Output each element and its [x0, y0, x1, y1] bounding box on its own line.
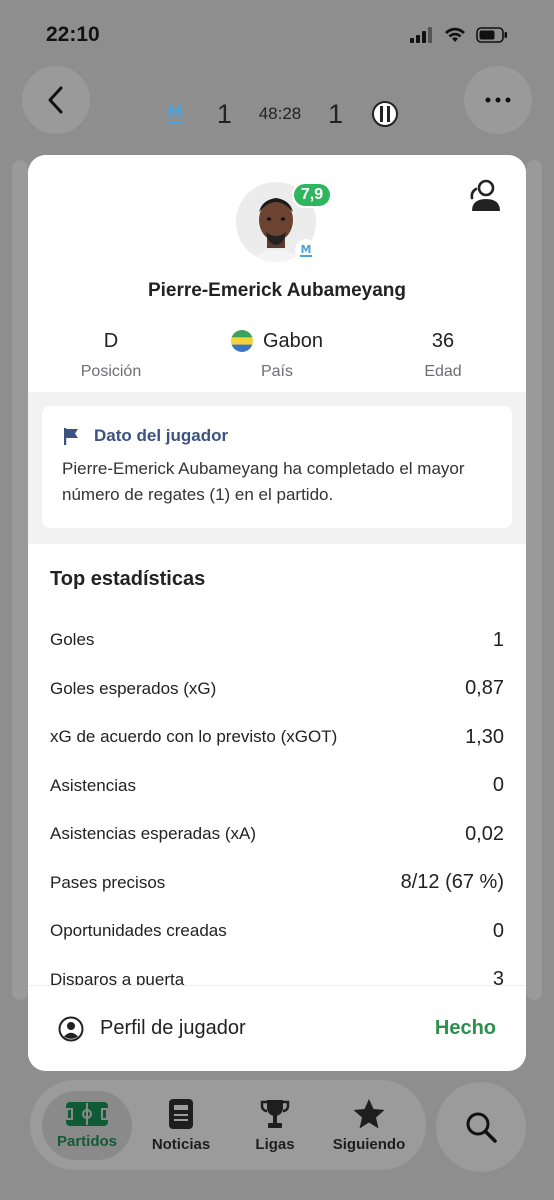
stat-row: Pases precisos 8/12 (67 %) — [50, 859, 504, 908]
stat-row: Oportunidades creadas 0 — [50, 907, 504, 956]
stat-value: 0,02 — [465, 822, 504, 845]
status-time: 22:10 — [46, 23, 100, 46]
position-label: Posición — [80, 363, 142, 380]
person-follow-icon — [470, 179, 500, 211]
country-info: Gabon País — [194, 327, 360, 381]
stat-value: 1,30 — [465, 725, 504, 748]
stat-row: Asistencias esperadas (xA) 0,02 — [50, 810, 504, 859]
back-button[interactable] — [22, 66, 90, 134]
nav-item-partidos[interactable]: Partidos — [42, 1090, 132, 1160]
chevron-left-icon — [48, 86, 63, 114]
player-modal: 7,9 M Pierre-Emerick Aubameyang D Posici… — [28, 155, 526, 1071]
bottom-nav: Partidos Noticias Ligas Siguiendo — [30, 1080, 426, 1170]
svg-text:M: M — [167, 102, 183, 121]
club-crest-icon: M — [294, 238, 318, 262]
stat-value: 8/12 (67 %) — [400, 871, 504, 894]
position-info: D Posición — [28, 327, 194, 381]
status-icons — [410, 27, 508, 43]
nav-item-ligas[interactable]: Ligas — [230, 1098, 320, 1153]
score-row: M 1 48:28 1 — [160, 92, 400, 136]
fact-title-row: Dato del jugador — [62, 426, 492, 446]
more-icon — [485, 97, 511, 103]
stat-label: Asistencias esperadas (xA) — [50, 824, 256, 844]
fact-title: Dato del jugador — [94, 426, 229, 445]
home-team-crest-icon: M — [160, 98, 190, 130]
stat-label: Goles — [50, 630, 95, 650]
signal-icon — [410, 27, 432, 43]
wifi-icon — [445, 27, 465, 42]
home-score: 1 — [216, 98, 232, 129]
star-icon — [353, 1098, 385, 1128]
modal-footer: Perfil de jugador Hecho — [28, 985, 526, 1071]
player-fact-section: Dato del jugador Pierre-Emerick Aubameya… — [28, 392, 526, 544]
age-value: 36 — [431, 329, 455, 352]
stat-label: Pases precisos — [50, 872, 166, 892]
follow-player-button[interactable] — [466, 179, 504, 213]
away-team-crest-icon — [370, 98, 400, 130]
player-profile-link[interactable]: Perfil de jugador — [58, 1016, 246, 1042]
stat-row: Goles 1 — [50, 616, 504, 665]
player-header: 7,9 M Pierre-Emerick Aubameyang D Posici… — [28, 155, 526, 392]
svg-text:M: M — [301, 243, 312, 256]
age-label: Edad — [424, 363, 462, 380]
news-icon — [169, 1098, 193, 1129]
player-name: Pierre-Emerick Aubameyang — [147, 280, 407, 301]
search-button[interactable] — [436, 1082, 526, 1172]
stat-value: 0,87 — [465, 677, 504, 700]
status-bar: 22:10 — [0, 0, 554, 70]
stat-row: xG de acuerdo con lo previsto (xGOT) 1,3… — [50, 713, 504, 762]
trophy-icon — [260, 1099, 290, 1128]
stat-label: Oportunidades creadas — [50, 921, 227, 941]
search-icon — [466, 1112, 497, 1143]
rating-badge: 7,9 — [292, 182, 332, 208]
stat-label: xG de acuerdo con lo previsto (xGOT) — [50, 727, 338, 747]
match-clock: 48:28 — [258, 104, 302, 123]
stats-title: Top estadísticas — [50, 568, 206, 590]
player-meta-row: D Posición Gabon País 36 Edad — [28, 327, 526, 381]
nav-label: Ligas — [255, 1135, 295, 1153]
age-info: 36 Edad — [360, 327, 526, 381]
stat-value: 1 — [492, 628, 504, 651]
away-score: 1 — [328, 98, 344, 129]
battery-icon — [476, 27, 507, 43]
player-fact-card: Dato del jugador Pierre-Emerick Aubameya… — [42, 406, 512, 528]
country-value-wrap: Gabon — [230, 327, 324, 355]
person-circle-icon — [58, 1016, 84, 1041]
stat-value: 0 — [492, 774, 504, 797]
fact-text: Pierre-Emerick Aubameyang ha completado … — [62, 459, 465, 504]
pitch-icon — [66, 1101, 108, 1126]
country-label: País — [260, 363, 293, 380]
stat-row: Asistencias 0 — [50, 762, 504, 811]
nav-item-noticias[interactable]: Noticias — [136, 1098, 226, 1153]
position-value: D — [103, 329, 119, 352]
done-button[interactable]: Hecho — [435, 1017, 496, 1040]
profile-label: Perfil de jugador — [100, 1017, 246, 1039]
stat-value: 0 — [492, 919, 504, 942]
nav-label: Noticias — [151, 1135, 211, 1153]
stat-label: Asistencias — [50, 775, 136, 795]
background-card — [12, 160, 28, 1000]
match-header: M 1 48:28 1 — [0, 64, 554, 164]
gabon-flag-icon — [230, 330, 253, 352]
stat-label: Goles esperados (xG) — [50, 678, 217, 698]
background-card — [526, 160, 542, 1000]
country-value: Gabon — [262, 329, 324, 352]
nav-item-siguiendo[interactable]: Siguiendo — [324, 1098, 414, 1153]
nav-label: Siguiendo — [332, 1135, 406, 1153]
more-button[interactable] — [464, 66, 532, 134]
flag-icon — [64, 428, 78, 445]
top-stats-section: Top estadísticas Goles 1 Goles esperados… — [28, 544, 526, 1004]
stat-row: Goles esperados (xG) 0,87 — [50, 665, 504, 714]
nav-label: Partidos — [56, 1132, 117, 1150]
player-avatar-wrap: 7,9 M — [236, 182, 332, 264]
